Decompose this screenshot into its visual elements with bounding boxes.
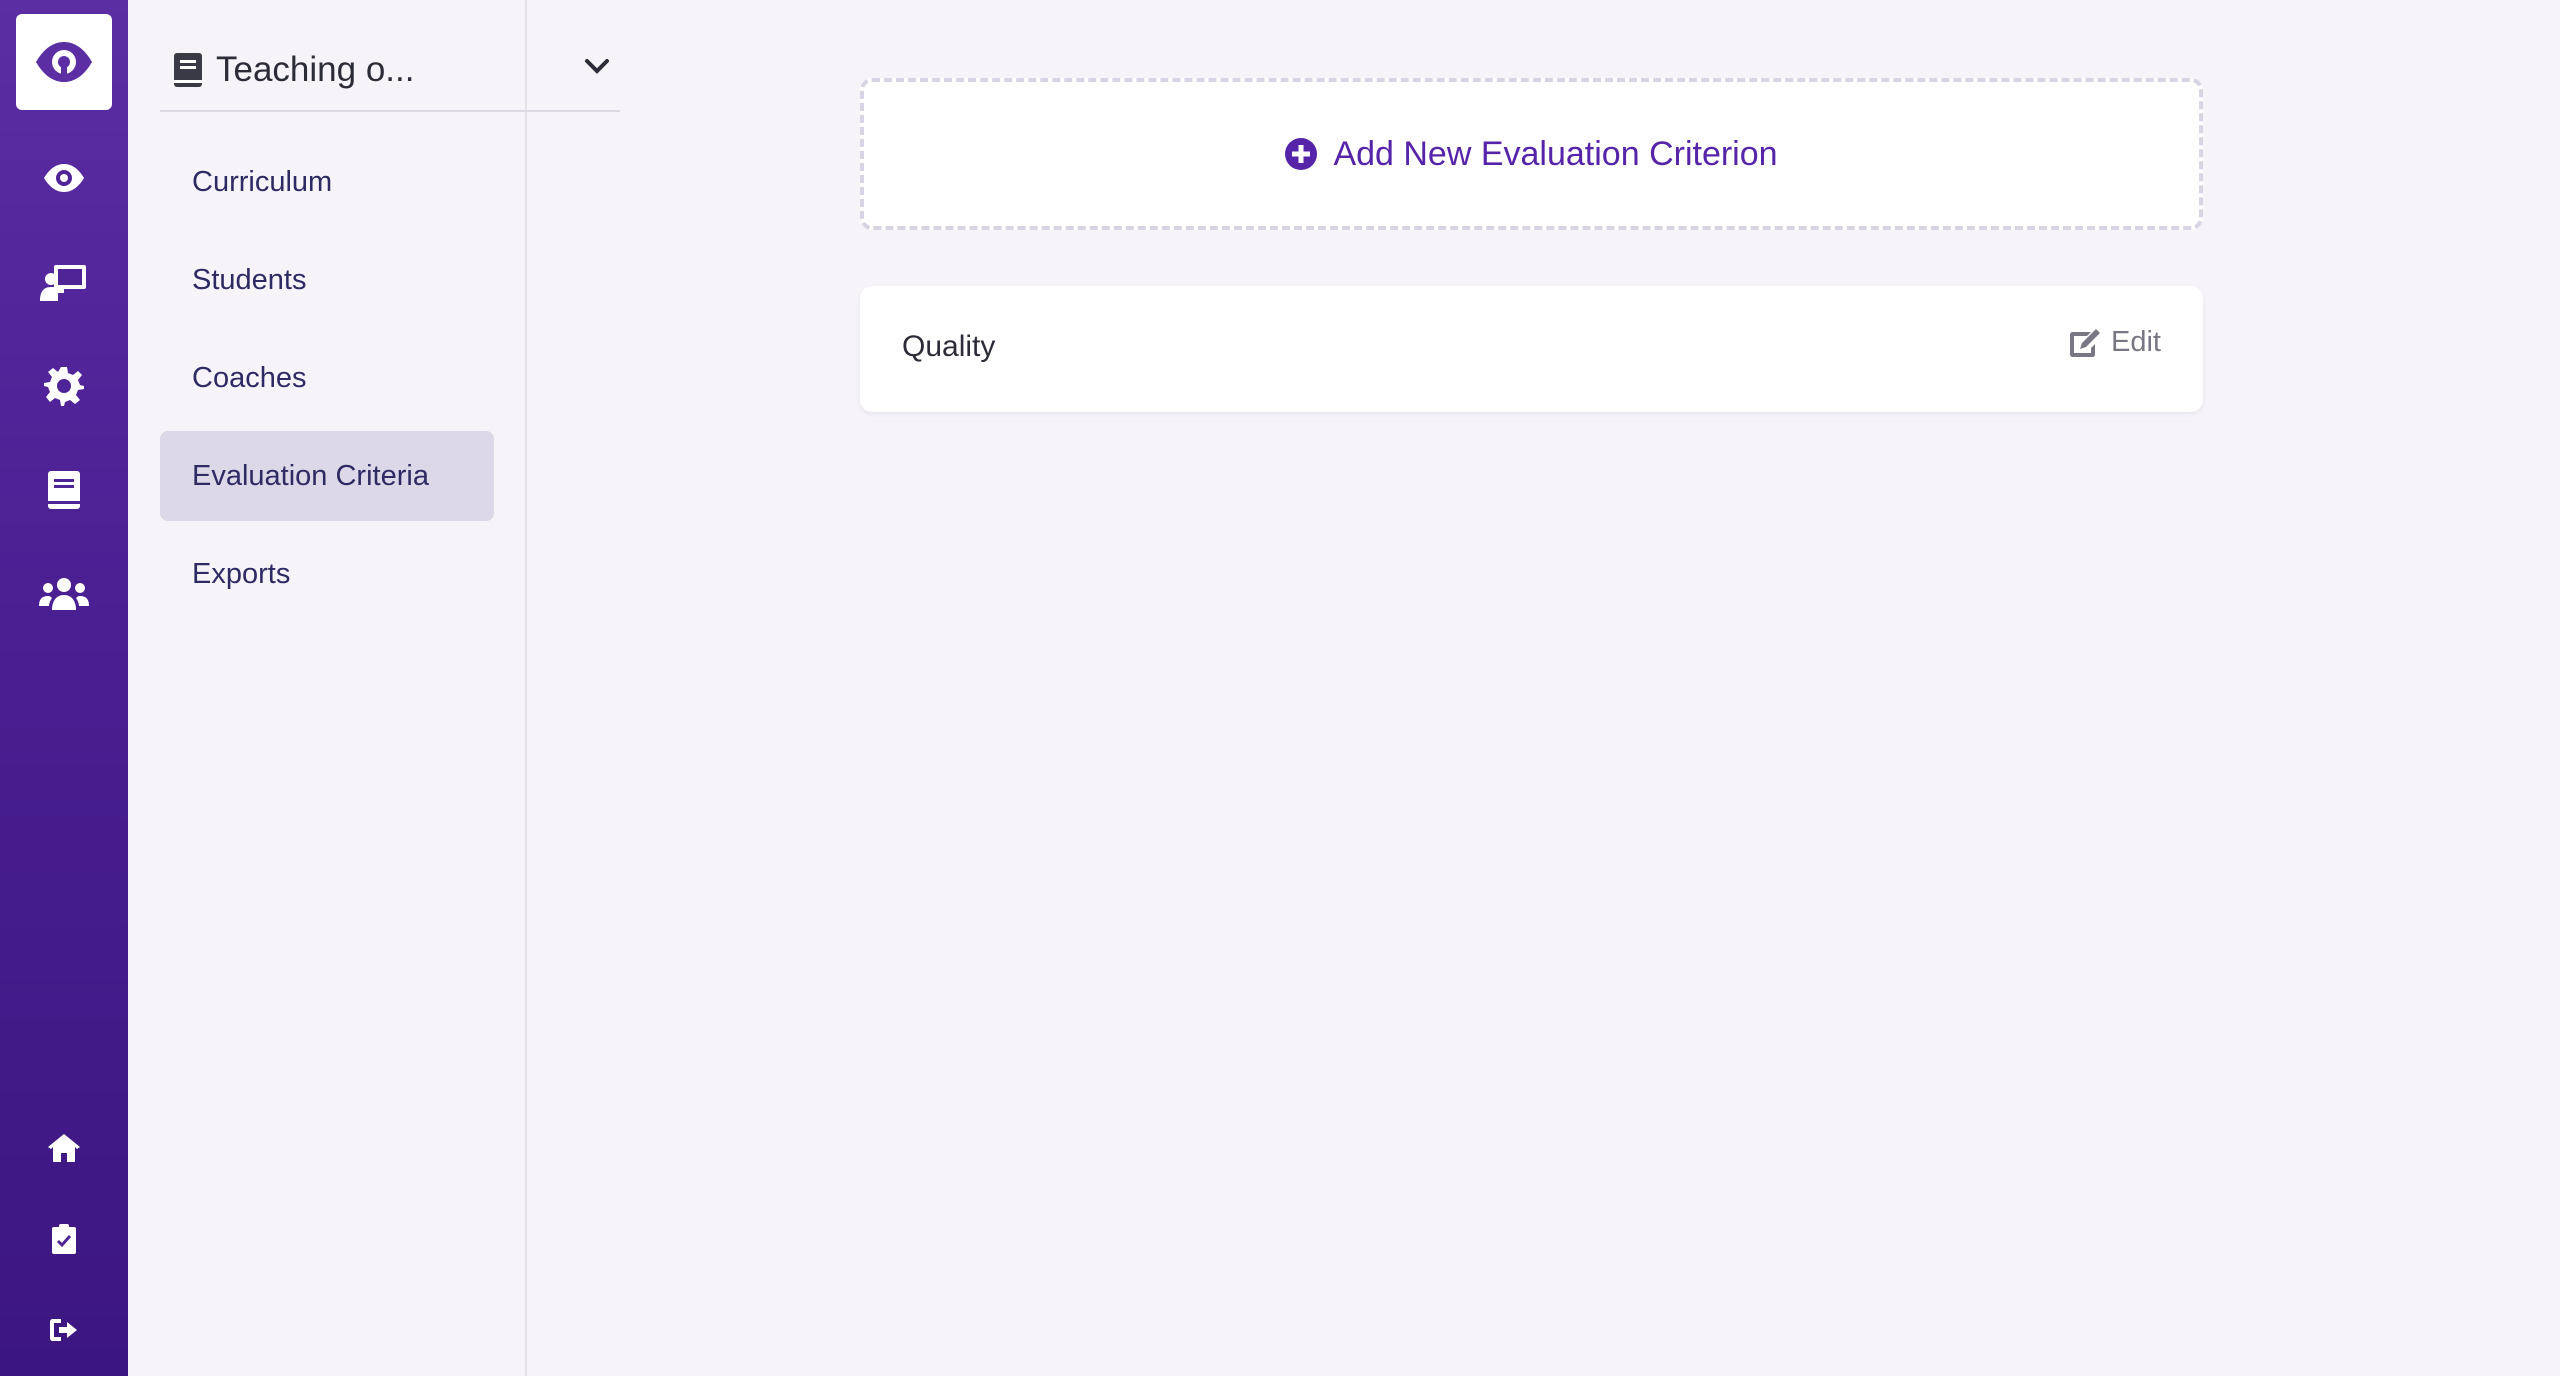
eye-logo-icon [36, 42, 92, 82]
main-content: Add New Evaluation Criterion Quality Edi… [527, 0, 2560, 1376]
rail-home-button[interactable] [0, 1115, 128, 1179]
course-selector-title: Teaching o... [216, 50, 415, 89]
sign-out-icon [50, 1319, 77, 1341]
rail-settings-button[interactable] [0, 354, 128, 418]
rail-courses-button[interactable] [0, 458, 128, 522]
eye-icon [44, 164, 84, 192]
criterion-card: Quality Edit [860, 286, 2203, 412]
app-logo[interactable] [16, 14, 112, 110]
criterion-name: Quality [902, 330, 996, 363]
subnav-item-curriculum[interactable]: Curriculum [160, 137, 494, 227]
rail-signout-button[interactable] [0, 1298, 128, 1362]
users-icon [39, 578, 89, 610]
rail-communities-button[interactable] [0, 562, 128, 626]
subnav-item-evaluation-criteria[interactable]: Evaluation Criteria [160, 431, 494, 521]
rail-assignments-button[interactable] [0, 1207, 128, 1271]
plus-circle-icon [1285, 138, 1318, 170]
clipboard-check-icon [52, 1224, 76, 1254]
rail-coach-button[interactable] [0, 250, 128, 314]
icon-rail [0, 0, 128, 1376]
edit-icon [2070, 328, 2101, 357]
home-icon [48, 1134, 80, 1162]
book-icon [174, 53, 202, 87]
subnav-item-coaches[interactable]: Coaches [160, 333, 494, 423]
add-criterion-label: Add New Evaluation Criterion [1333, 134, 1778, 173]
edit-label: Edit [2111, 326, 2161, 358]
add-evaluation-criterion-button[interactable]: Add New Evaluation Criterion [860, 78, 2203, 230]
presentation-icon [40, 265, 86, 301]
subnav-item-students[interactable]: Students [160, 235, 494, 325]
edit-criterion-button[interactable]: Edit [2069, 326, 2161, 359]
book-icon [48, 471, 80, 509]
subnav-item-exports[interactable]: Exports [160, 529, 494, 619]
rail-review-button[interactable] [0, 146, 128, 210]
course-subnav: Teaching o... Curriculum Students Coache… [128, 0, 620, 1376]
gear-icon [44, 367, 84, 406]
